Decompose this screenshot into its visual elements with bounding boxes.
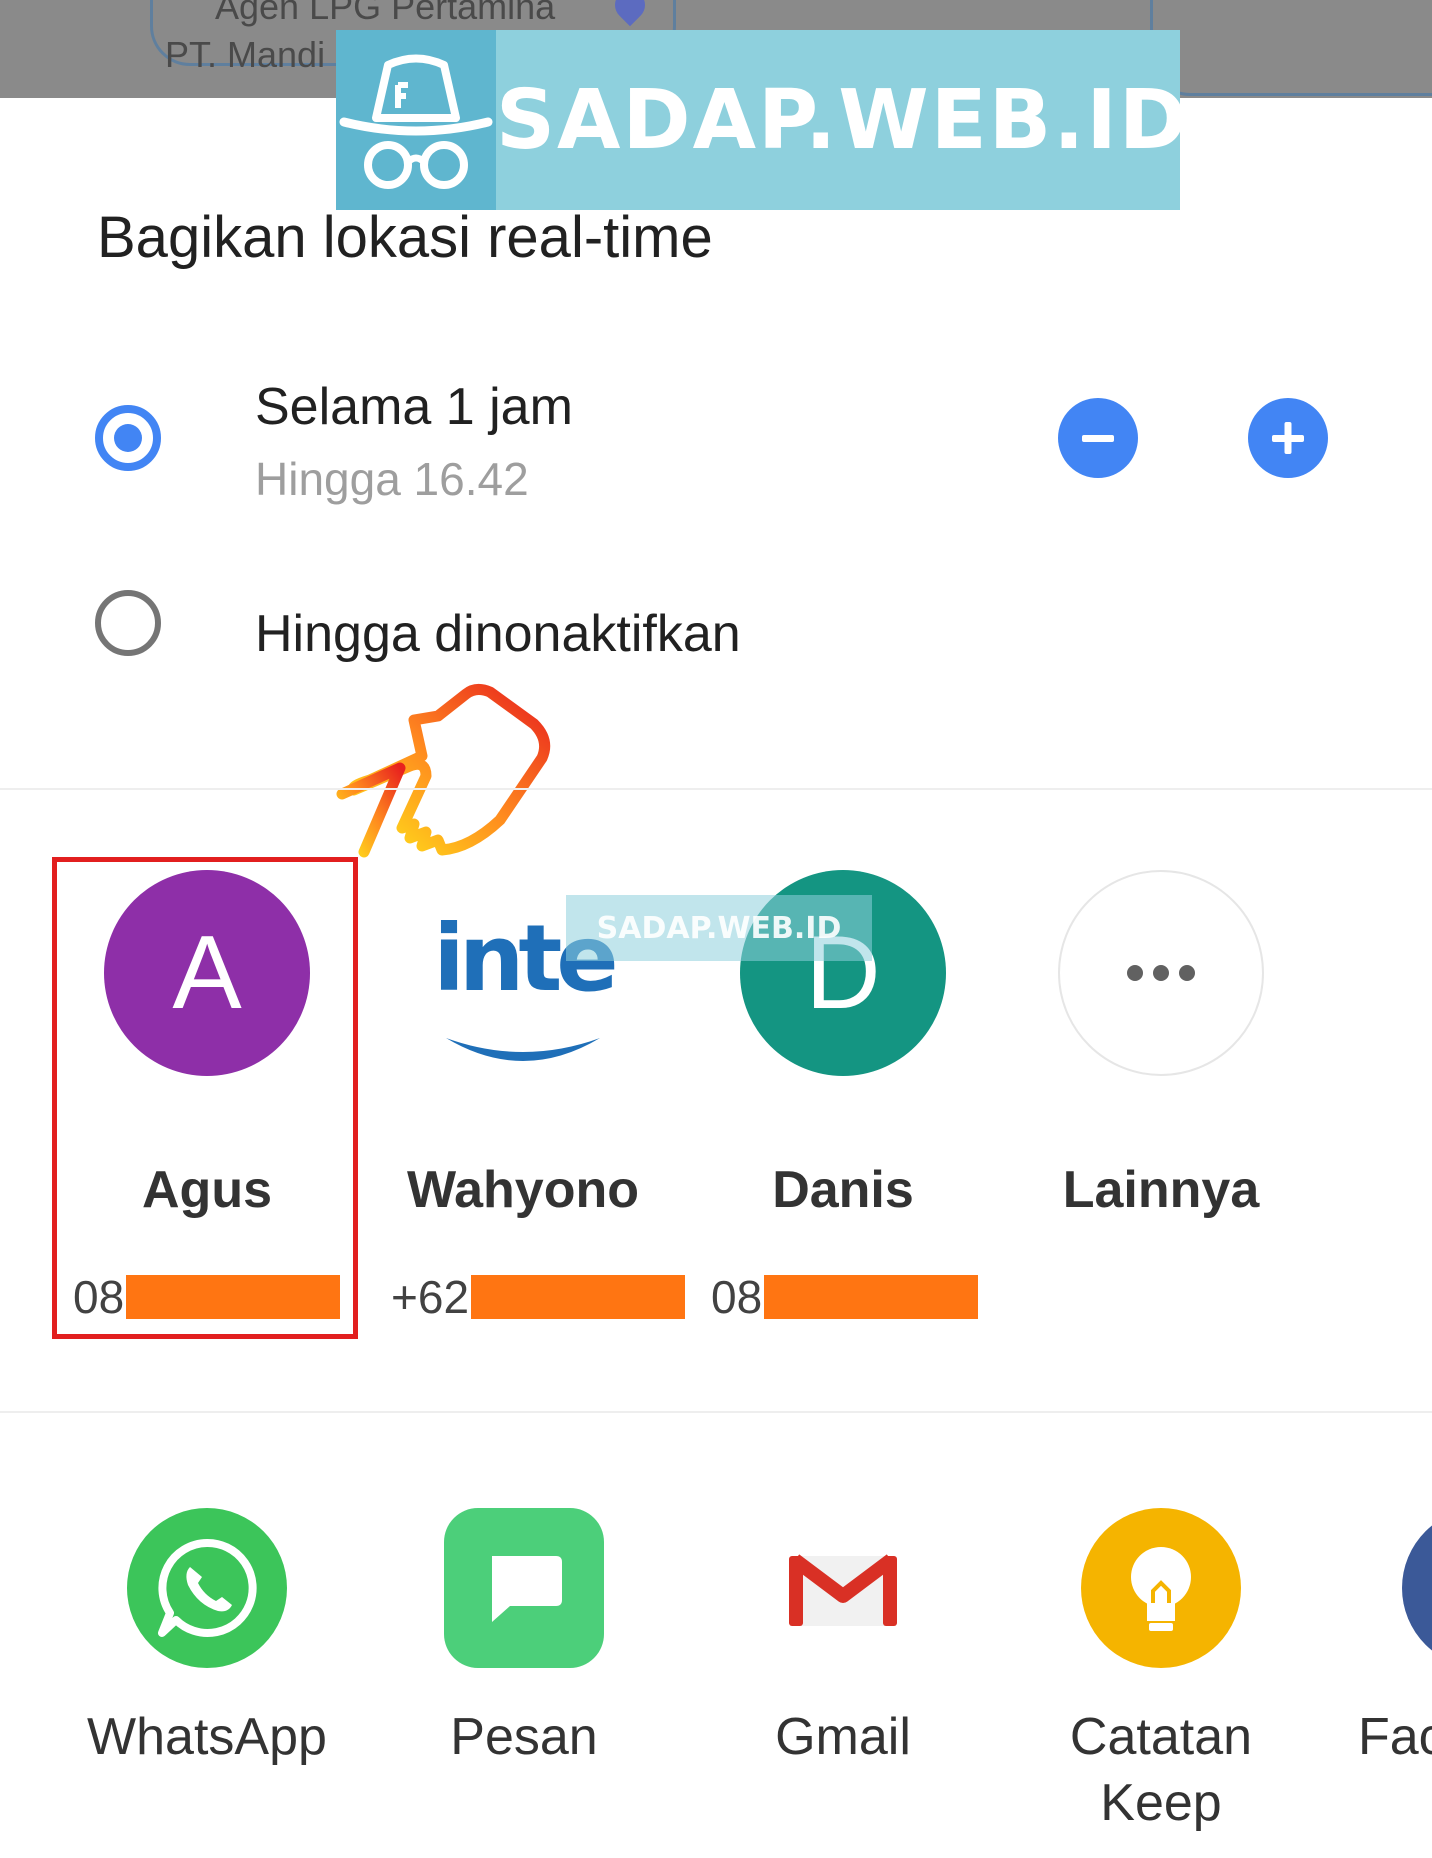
option-label-until-disabled[interactable]: Hingga dinonaktifkan <box>255 604 741 664</box>
app-label: Gmail <box>775 1708 911 1766</box>
map-place-label: Agen LPG Pertamina <box>215 0 556 27</box>
watermark-small: SADAP.WEB.ID <box>566 895 872 961</box>
spy-hat-glasses-icon <box>336 30 496 210</box>
message-icon <box>444 1508 604 1668</box>
contact-phone: 08 <box>711 1270 979 1324</box>
radio-hingga-dinonaktifkan[interactable] <box>95 590 161 656</box>
option-label-duration[interactable]: Selama 1 jam <box>255 377 573 437</box>
app-catatan-keep[interactable]: Catatan Keep <box>1011 1508 1311 1836</box>
map-road <box>1150 0 1432 96</box>
more-horizontal-icon <box>1127 965 1195 981</box>
increase-duration-button[interactable] <box>1248 398 1328 478</box>
phone-prefix: +62 <box>391 1271 470 1323</box>
redaction-bar <box>471 1275 686 1319</box>
minus-icon <box>1082 435 1114 442</box>
phone-prefix: 08 <box>711 1271 763 1323</box>
contact-name: Lainnya <box>1062 1161 1260 1219</box>
redaction-bar <box>764 1275 979 1319</box>
contact-phone: +62 <box>391 1270 686 1324</box>
keep-bulb-icon <box>1081 1508 1241 1668</box>
app-whatsapp[interactable]: WhatsApp <box>57 1508 357 1770</box>
app-label: Catatan Keep <box>1069 1708 1253 1832</box>
gmail-icon <box>763 1508 923 1668</box>
contact-more[interactable]: Lainnya <box>1021 870 1301 1219</box>
facebook-icon <box>1402 1508 1432 1668</box>
app-gmail[interactable]: Gmail <box>693 1508 993 1770</box>
app-label: Fac <box>1358 1708 1432 1766</box>
app-facebook[interactable]: Fac <box>1322 1508 1432 1770</box>
watermark-banner: SADAP.WEB.ID <box>336 30 1187 210</box>
section-divider <box>0 788 1432 790</box>
plus-icon <box>1272 422 1304 454</box>
contact-name: Danis <box>772 1161 914 1219</box>
radio-selama-1-jam[interactable] <box>95 405 161 471</box>
contact-name: Wahyono <box>406 1161 640 1219</box>
option-sublabel-until: Hingga 16.42 <box>255 453 529 505</box>
more-contacts-circle <box>1058 870 1264 1076</box>
map-place-label: PT. Mandi <box>165 34 326 75</box>
app-label: Pesan <box>450 1708 598 1766</box>
app-pesan[interactable]: Pesan <box>374 1508 674 1770</box>
decrease-duration-button[interactable] <box>1058 398 1138 478</box>
app-label: WhatsApp <box>87 1708 327 1766</box>
section-divider <box>0 1411 1432 1413</box>
sheet-title: Bagikan lokasi real-time <box>97 205 713 270</box>
watermark-text: SADAP.WEB.ID <box>496 72 1189 168</box>
whatsapp-icon <box>127 1508 287 1668</box>
highlight-box <box>52 857 358 1339</box>
